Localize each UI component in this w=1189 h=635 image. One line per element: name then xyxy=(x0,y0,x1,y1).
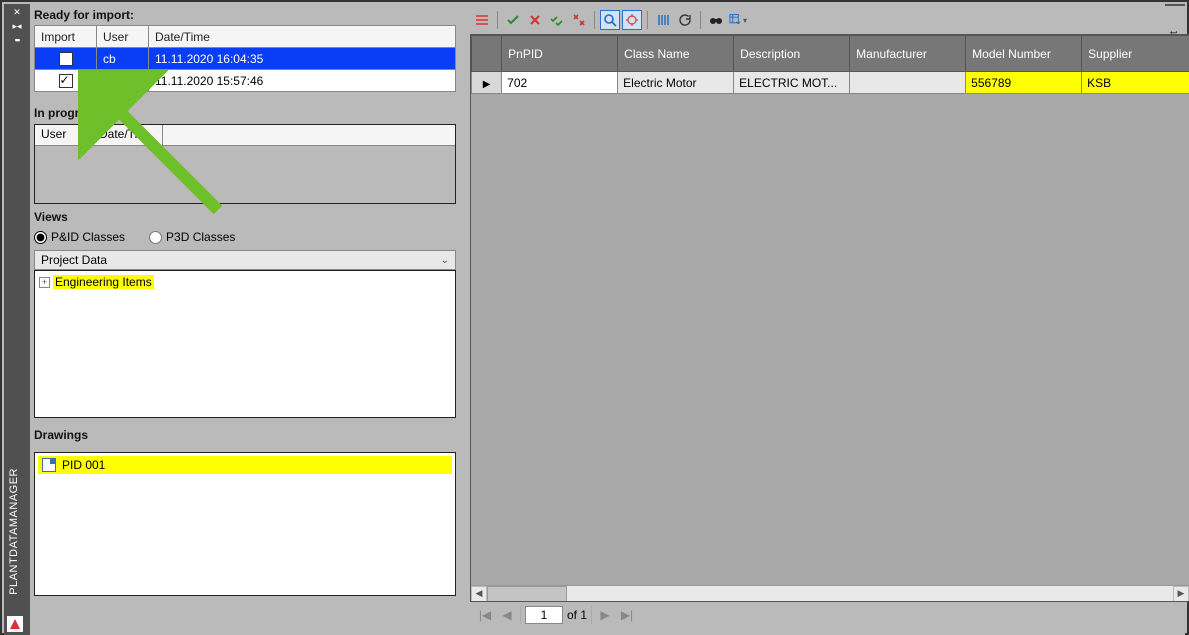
table-row[interactable]: sn 11.11.2020 15:57:46 xyxy=(35,70,456,92)
close-icon[interactable]: ✕ xyxy=(13,7,21,17)
col-modelnumber[interactable]: Model Number xyxy=(966,36,1082,72)
col-import[interactable]: Import xyxy=(35,26,97,48)
col-description[interactable]: Description xyxy=(734,36,850,72)
binoculars-icon[interactable] xyxy=(706,10,726,30)
x-icon[interactable] xyxy=(525,10,545,30)
row-selector[interactable]: ▶ xyxy=(472,72,502,94)
row-pointer-icon: ▶ xyxy=(483,79,491,90)
toolbar: ▾ xyxy=(470,8,1189,32)
cell-description[interactable]: ELECTRIC MOT... xyxy=(734,72,850,94)
drawings-list: PID 001 xyxy=(34,452,456,596)
drawing-item[interactable]: PID 001 xyxy=(38,456,452,474)
col-manufacturer[interactable]: Manufacturer xyxy=(850,36,966,72)
project-data-dropdown[interactable]: Project Data ⌄ xyxy=(34,250,456,270)
tree-expand-icon[interactable]: + xyxy=(39,277,50,288)
radio-pid-classes[interactable]: P&ID Classes xyxy=(34,230,125,244)
table-row[interactable]: cb 11.11.2020 16:04:35 xyxy=(35,48,456,70)
views-label: Views xyxy=(34,210,462,224)
first-page-icon[interactable]: |◀ xyxy=(476,606,494,624)
col-datetime[interactable]: Date/Tim xyxy=(93,125,163,145)
cell-classname[interactable]: Electric Motor xyxy=(618,72,734,94)
refresh-icon[interactable] xyxy=(675,10,695,30)
tree-view[interactable]: + Engineering Items xyxy=(34,270,456,418)
scroll-left-icon[interactable]: ◀ xyxy=(471,586,487,602)
pager: |◀ ◀ of 1 ▶ ▶| xyxy=(470,602,1189,628)
data-grid: PnPID Class Name Description Manufacture… xyxy=(471,35,1189,94)
chevron-down-icon: ⌄ xyxy=(441,255,449,266)
col-pnpid[interactable]: PnPID xyxy=(502,36,618,72)
col-supplier[interactable]: Supplier xyxy=(1082,36,1189,72)
col-user[interactable]: User xyxy=(35,125,93,145)
file-icon xyxy=(42,458,56,472)
horizontal-scrollbar[interactable]: ◀ ▶ xyxy=(471,585,1189,601)
scroll-right-icon[interactable]: ▶ xyxy=(1173,586,1189,602)
left-rail-title: PLANTDATAMANAGER xyxy=(8,468,20,595)
page-of-label: of 1 xyxy=(567,608,587,622)
cell-supplier[interactable]: KSB xyxy=(1082,72,1189,94)
ready-for-import-label: Ready for import: xyxy=(34,8,462,22)
list-icon[interactable] xyxy=(472,10,492,30)
col-user[interactable]: User xyxy=(97,26,149,48)
drawings-label: Drawings xyxy=(34,428,462,442)
cell-manufacturer[interactable] xyxy=(850,72,966,94)
x-multi-icon[interactable] xyxy=(569,10,589,30)
col-classname[interactable]: Class Name xyxy=(618,36,734,72)
radio-p3d-classes[interactable]: P3D Classes xyxy=(149,230,235,244)
in-progress-label: In progress: xyxy=(34,106,462,120)
in-progress-table: User Date/Tim xyxy=(34,124,456,204)
import-checkbox[interactable] xyxy=(59,74,73,88)
page-input[interactable] xyxy=(525,606,563,624)
cell-pnpid[interactable]: 702 xyxy=(502,72,618,94)
columns-icon[interactable] xyxy=(653,10,673,30)
next-page-icon[interactable]: ▶ xyxy=(596,606,614,624)
pin-left-icon[interactable]: ▸◂ xyxy=(12,21,21,31)
check-icon[interactable] xyxy=(503,10,523,30)
ready-for-import-table: Import User Date/Time cb 11.11.2020 16:0… xyxy=(34,25,456,92)
app-badge-icon xyxy=(7,616,23,632)
zoom-icon[interactable] xyxy=(600,10,620,30)
table-row[interactable]: ▶ 702 Electric Motor ELECTRIC MOT... 556… xyxy=(472,72,1189,94)
check-multi-icon[interactable] xyxy=(547,10,567,30)
table-dropdown-icon[interactable]: ▾ xyxy=(728,10,748,30)
tree-item[interactable]: + Engineering Items xyxy=(39,275,451,289)
last-page-icon[interactable]: ▶| xyxy=(618,606,636,624)
cell-modelnumber[interactable]: 556789 xyxy=(966,72,1082,94)
target-icon[interactable] xyxy=(622,10,642,30)
scrollbar-thumb[interactable] xyxy=(487,586,567,602)
prev-page-icon[interactable]: ◀ xyxy=(498,606,516,624)
settings-dots-icon[interactable]: ▪▪ xyxy=(15,35,19,45)
import-checkbox[interactable] xyxy=(59,52,73,66)
col-datetime[interactable]: Date/Time xyxy=(149,26,456,48)
